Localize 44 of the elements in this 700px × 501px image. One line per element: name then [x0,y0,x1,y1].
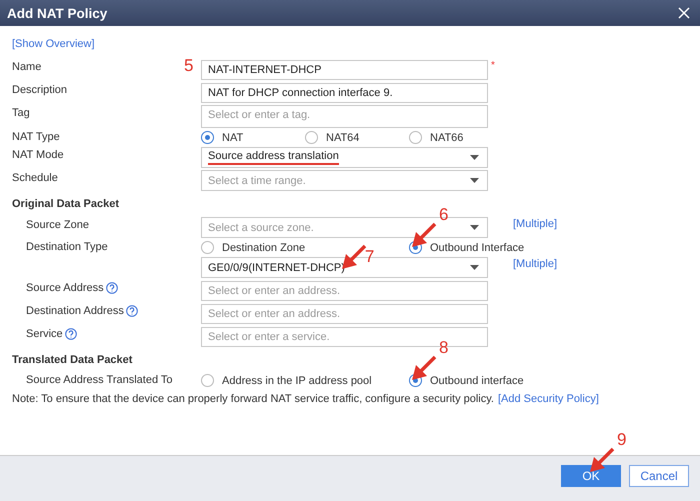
radio-option[interactable]: NAT [201,131,244,144]
radio-option[interactable]: Destination Zone [201,241,306,254]
caret-icon [470,225,479,230]
window-title: Add NAT Policy [7,6,108,20]
caret-icon [470,155,479,160]
field-label: NAT Mode [12,149,64,161]
field-label: Source Zone [26,219,89,231]
input-field[interactable]: Select or enter a tag. [201,105,488,128]
multiple-link[interactable]: [Multiple] [513,258,558,270]
show-overview-link[interactable]: [Show Overview] [12,38,95,50]
required-mark: * [491,60,495,70]
help-icon[interactable] [126,305,138,317]
dropdown[interactable]: Source address translation [201,147,488,168]
close-icon[interactable] [678,7,690,19]
help-icon[interactable] [64,328,77,340]
field-label: Destination Address [26,305,124,317]
field-label: Source Address [26,282,104,294]
input-field[interactable]: Select or enter an address. [201,304,488,324]
field-label: Service [26,328,63,340]
input-field[interactable]: NAT-INTERNET-DHCP [201,60,488,80]
caret-icon [470,178,479,183]
radio-option[interactable]: NAT64 [305,131,360,144]
field-label: Schedule [12,172,58,184]
input-field[interactable]: Select or enter an address. [201,280,488,300]
field-label: Name [12,61,42,73]
field-label: NAT Type [12,131,60,143]
section-title: Translated Data Packet [12,353,132,368]
annotation-number: 9 [617,430,626,448]
caret-icon [470,265,479,270]
field-label: Tag [12,107,30,119]
note-text: Note: To ensure that the device can properly forward NAT service traffic, configure a security policy. [12,393,494,405]
add-security-policy-link[interactable]: [Add Security Policy] [498,393,599,405]
field-label: Source Address Translated To [26,374,173,386]
annotation-number: 5 [184,56,194,74]
input-field[interactable]: NAT for DHCP connection interface 9. [201,82,488,102]
field-label: Description [12,84,68,96]
multiple-link[interactable]: [Multiple] [513,218,558,230]
ok-button[interactable]: OK [561,464,621,486]
cancel-button[interactable]: Cancel [629,464,689,486]
radio-option[interactable]: NAT66 [409,131,464,144]
radio-option[interactable]: Address in the IP address pool [201,374,372,387]
field-label: Destination Type [26,241,108,253]
help-icon[interactable] [106,282,118,294]
section-title: Original Data Packet [12,197,119,212]
